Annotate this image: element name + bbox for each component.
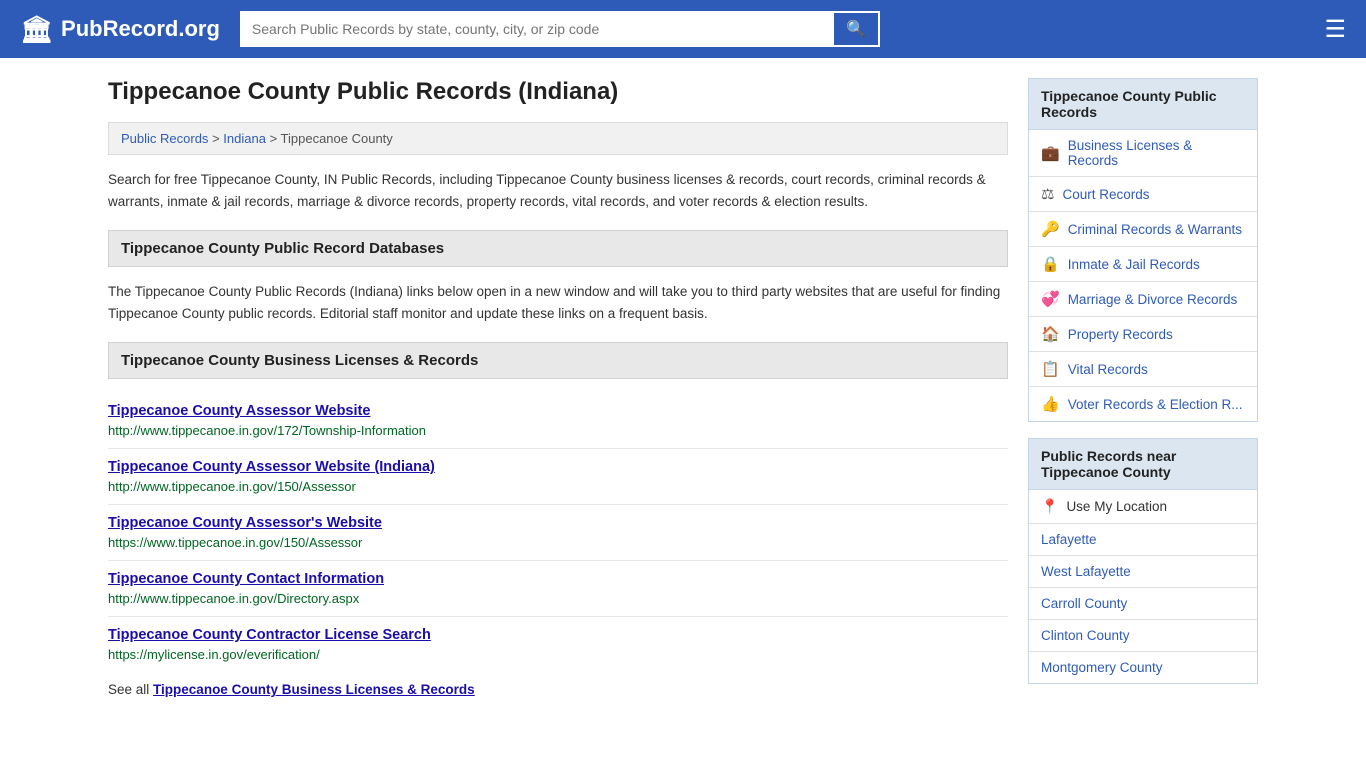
record-url: http://www.tippecanoe.in.gov/Directory.a… [108, 591, 359, 606]
breadcrumb-public-records[interactable]: Public Records [121, 131, 208, 146]
content-wrapper: Tippecanoe County Public Records (Indian… [93, 58, 1273, 717]
breadcrumb-county: Tippecanoe County [281, 131, 393, 146]
record-entry: Tippecanoe County Assessor's Website htt… [108, 505, 1008, 561]
record-link[interactable]: Tippecanoe County Contact Information [108, 571, 1008, 587]
breadcrumb: Public Records > Indiana > Tippecanoe Co… [108, 122, 1008, 155]
sidebar-record-icon: ⚖ [1041, 185, 1054, 203]
record-link[interactable]: Tippecanoe County Contractor License Sea… [108, 627, 1008, 643]
record-link[interactable]: Tippecanoe County Assessor's Website [108, 515, 1008, 531]
page-title: Tippecanoe County Public Records (Indian… [108, 78, 1008, 106]
see-all-text: See all Tippecanoe County Business Licen… [108, 682, 1008, 697]
record-link[interactable]: Tippecanoe County Assessor Website (Indi… [108, 459, 1008, 475]
sidebar-record-label: Inmate & Jail Records [1068, 257, 1200, 272]
sidebar-record-item[interactable]: 🏠 Property Records [1029, 317, 1257, 352]
sidebar-record-icon: 🏠 [1041, 325, 1060, 343]
search-bar: 🔍 [240, 11, 880, 47]
record-entry: Tippecanoe County Assessor Website http:… [108, 393, 1008, 449]
records-list: Tippecanoe County Assessor Website http:… [108, 393, 1008, 672]
record-entry: Tippecanoe County Assessor Website (Indi… [108, 449, 1008, 505]
location-icon: 📍 [1041, 498, 1058, 515]
record-entry: Tippecanoe County Contact Information ht… [108, 561, 1008, 617]
sidebar-record-icon: 📋 [1041, 360, 1060, 378]
sidebar-record-item[interactable]: 👍 Voter Records & Election R... [1029, 387, 1257, 421]
sidebar-record-item[interactable]: 📋 Vital Records [1029, 352, 1257, 387]
nearby-item-label: Carroll County [1041, 596, 1127, 611]
sidebar-record-item[interactable]: 💼 Business Licenses & Records [1029, 130, 1257, 177]
nearby-item-label: Montgomery County [1041, 660, 1163, 675]
sidebar-record-item[interactable]: ⚖ Court Records [1029, 177, 1257, 212]
nearby-item-label: West Lafayette [1041, 564, 1131, 579]
nearby-item[interactable]: West Lafayette [1029, 556, 1257, 588]
nearby-item[interactable]: Lafayette [1029, 524, 1257, 556]
header: 🏛 PubRecord.org 🔍 ☰ [0, 0, 1366, 58]
sidebar-records-list: 💼 Business Licenses & Records⚖ Court Rec… [1028, 130, 1258, 422]
nearby-item[interactable]: Clinton County [1029, 620, 1257, 652]
nearby-item-label: Lafayette [1041, 532, 1097, 547]
record-url: http://www.tippecanoe.in.gov/172/Townshi… [108, 423, 426, 438]
record-entry: Tippecanoe County Contractor License Sea… [108, 617, 1008, 672]
search-button[interactable]: 🔍 [832, 11, 880, 47]
nearby-location-label: Use My Location [1066, 499, 1167, 514]
sidebar-nearby-title: Public Records near Tippecanoe County [1028, 438, 1258, 490]
see-all-link[interactable]: Tippecanoe County Business Licenses & Re… [153, 682, 475, 697]
record-link[interactable]: Tippecanoe County Assessor Website [108, 403, 1008, 419]
breadcrumb-indiana[interactable]: Indiana [223, 131, 266, 146]
sidebar-nearby-list: 📍 Use My Location Lafayette West Lafayette… [1028, 490, 1258, 684]
nearby-item[interactable]: Montgomery County [1029, 652, 1257, 683]
sidebar-record-icon: 🔑 [1041, 220, 1060, 238]
menu-button[interactable]: ☰ [1324, 15, 1346, 44]
sidebar-record-label: Voter Records & Election R... [1068, 397, 1243, 412]
main-content: Tippecanoe County Public Records (Indian… [108, 78, 1008, 697]
breadcrumb-sep1: > [212, 131, 223, 146]
business-section-header: Tippecanoe County Business Licenses & Re… [108, 342, 1008, 379]
sidebar-record-label: Business Licenses & Records [1068, 138, 1245, 168]
sidebar-record-icon: 💞 [1041, 290, 1060, 308]
record-url: https://www.tippecanoe.in.gov/150/Assess… [108, 535, 362, 550]
breadcrumb-sep2: > [270, 131, 281, 146]
nearby-item-label: Clinton County [1041, 628, 1130, 643]
nearby-item[interactable]: Carroll County [1029, 588, 1257, 620]
nearby-use-location[interactable]: 📍 Use My Location [1029, 490, 1257, 524]
sidebar-record-icon: 👍 [1041, 395, 1060, 413]
search-icon: 🔍 [846, 21, 866, 38]
sidebar-record-label: Vital Records [1068, 362, 1148, 377]
sidebar-record-icon: 💼 [1041, 144, 1060, 162]
databases-section-header: Tippecanoe County Public Record Database… [108, 230, 1008, 267]
logo-text: PubRecord.org [61, 16, 220, 42]
search-input[interactable] [240, 11, 832, 47]
record-url: http://www.tippecanoe.in.gov/150/Assesso… [108, 479, 356, 494]
sidebar-record-item[interactable]: 💞 Marriage & Divorce Records [1029, 282, 1257, 317]
sidebar-record-icon: 🔒 [1041, 255, 1060, 273]
databases-description: The Tippecanoe County Public Records (In… [108, 281, 1008, 324]
sidebar-record-label: Criminal Records & Warrants [1068, 222, 1242, 237]
sidebar-record-item[interactable]: 🔒 Inmate & Jail Records [1029, 247, 1257, 282]
sidebar-record-label: Property Records [1068, 327, 1173, 342]
intro-text: Search for free Tippecanoe County, IN Pu… [108, 169, 1008, 212]
sidebar-record-label: Marriage & Divorce Records [1068, 292, 1238, 307]
sidebar-record-label: Court Records [1062, 187, 1149, 202]
sidebar-record-item[interactable]: 🔑 Criminal Records & Warrants [1029, 212, 1257, 247]
sidebar: Tippecanoe County Public Records 💼 Busin… [1028, 78, 1258, 697]
sidebar-records-title: Tippecanoe County Public Records [1028, 78, 1258, 130]
logo[interactable]: 🏛 PubRecord.org [20, 14, 220, 45]
logo-icon: 🏛 [20, 14, 53, 45]
record-url: https://mylicense.in.gov/everification/ [108, 647, 320, 662]
